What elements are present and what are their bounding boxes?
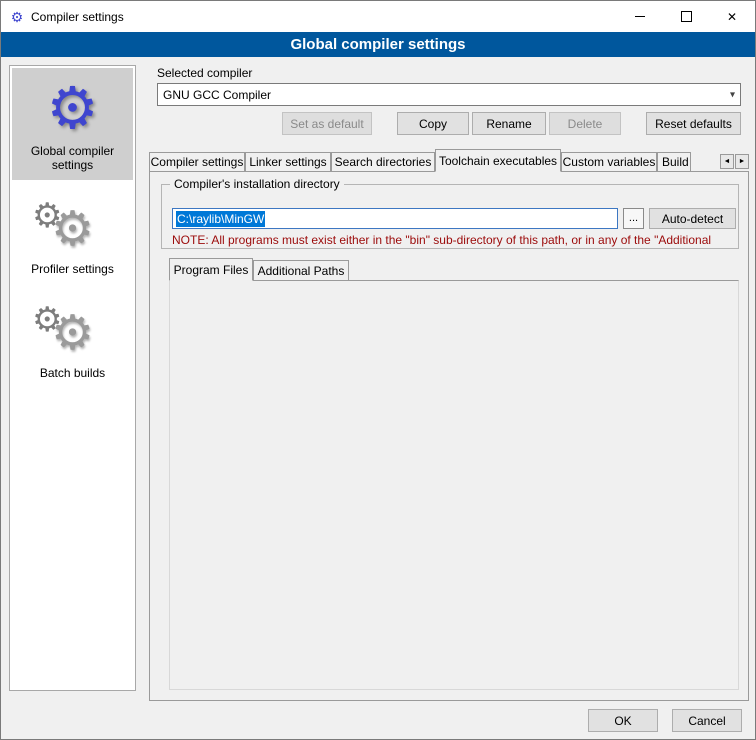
selected-compiler-value: GNU GCC Compiler xyxy=(163,88,271,102)
tab-compiler-settings[interactable]: Compiler settings xyxy=(149,152,245,172)
tab-search-directories[interactable]: Search directories xyxy=(331,152,435,172)
minimize-button[interactable] xyxy=(617,1,663,32)
sidebar-item-batch-builds[interactable]: ⚙⚙ Batch builds xyxy=(12,296,133,388)
app-icon: ⚙ xyxy=(9,9,25,25)
sidebar-item-label: Batch builds xyxy=(14,364,131,380)
subtab-additional-paths[interactable]: Additional Paths xyxy=(253,260,349,281)
tab-build-clipped[interactable]: Build xyxy=(657,152,691,172)
installation-directory-browse-button[interactable]: ... xyxy=(623,208,644,229)
sidebar-item-label: Profiler settings xyxy=(14,260,131,276)
batch-builds-icon: ⚙⚙ xyxy=(14,304,131,364)
sidebar-item-label: Global compiler settings xyxy=(14,142,131,172)
tab-scroll-left-button[interactable]: ◄ xyxy=(720,154,734,169)
ok-button[interactable]: OK xyxy=(588,709,658,732)
tab-scroll-right-button[interactable]: ► xyxy=(735,154,749,169)
settings-sidebar: ⚙ Global compiler settings ⚙⚙ Profiler s… xyxy=(9,65,136,691)
close-button[interactable]: ✕ xyxy=(709,1,755,32)
selected-compiler-label: Selected compiler xyxy=(157,66,252,80)
minimize-icon xyxy=(635,16,645,17)
set-as-default-button[interactable]: Set as default xyxy=(282,112,372,135)
compiler-settings-window: ⚙ Compiler settings ✕ Global compiler se… xyxy=(0,0,756,740)
gear-icon: ⚙ xyxy=(14,76,131,142)
copy-button[interactable]: Copy xyxy=(397,112,469,135)
note-text: NOTE: All programs must exist either in … xyxy=(172,233,734,247)
selected-compiler-dropdown[interactable]: GNU GCC Compiler ▾ xyxy=(157,83,741,106)
cancel-button[interactable]: Cancel xyxy=(672,709,742,732)
tab-linker-settings[interactable]: Linker settings xyxy=(245,152,331,172)
reset-defaults-button[interactable]: Reset defaults xyxy=(646,112,741,135)
tab-toolchain-executables[interactable]: Toolchain executables xyxy=(435,149,561,172)
program-files-panel xyxy=(169,280,739,690)
installation-directory-group: Compiler's installation directory C:\ray… xyxy=(161,184,739,249)
chevron-down-icon: ▾ xyxy=(730,89,735,100)
page-title: Global compiler settings xyxy=(1,32,755,57)
installation-directory-value: C:\raylib\MinGW xyxy=(176,211,265,227)
installation-directory-input[interactable]: C:\raylib\MinGW xyxy=(172,208,618,229)
profiler-icon: ⚙⚙ xyxy=(14,200,131,260)
maximize-button[interactable] xyxy=(663,1,709,32)
window-title: Compiler settings xyxy=(31,10,124,24)
maximize-icon xyxy=(681,11,692,22)
auto-detect-button[interactable]: Auto-detect xyxy=(649,208,736,229)
sidebar-item-global-compiler-settings[interactable]: ⚙ Global compiler settings xyxy=(12,68,133,180)
titlebar: ⚙ Compiler settings ✕ xyxy=(1,1,755,32)
installation-directory-group-title: Compiler's installation directory xyxy=(170,177,344,191)
delete-button[interactable]: Delete xyxy=(549,112,621,135)
tab-custom-variables[interactable]: Custom variables xyxy=(561,152,657,172)
caption-buttons: ✕ xyxy=(617,1,755,32)
rename-button[interactable]: Rename xyxy=(472,112,546,135)
subtab-program-files[interactable]: Program Files xyxy=(169,258,253,281)
sidebar-item-profiler-settings[interactable]: ⚙⚙ Profiler settings xyxy=(12,192,133,284)
